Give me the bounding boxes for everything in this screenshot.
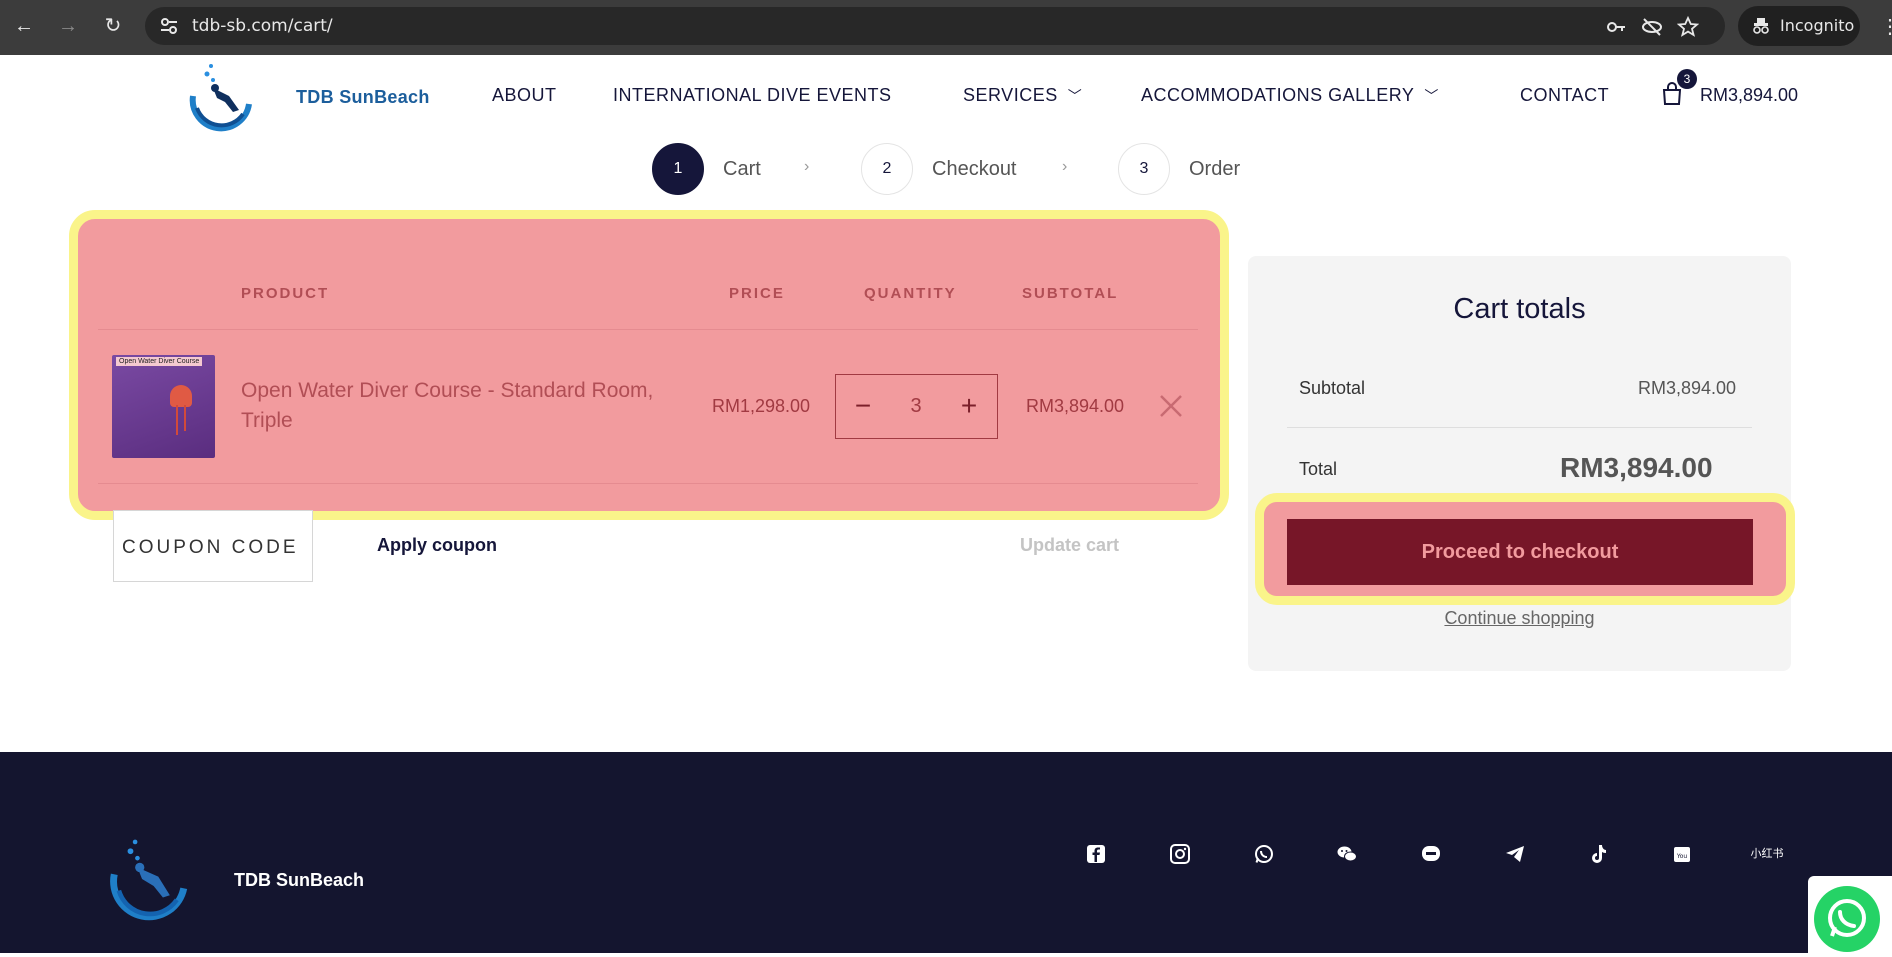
nav-about[interactable]: ABOUT	[492, 85, 557, 106]
password-key-icon[interactable]	[1605, 16, 1627, 38]
site-logo[interactable]	[183, 58, 259, 134]
url-text: tdb-sb.com/cart/	[192, 16, 333, 36]
jellyfish-tentacle	[176, 405, 178, 435]
telegram-icon[interactable]	[1504, 843, 1526, 865]
forward-icon[interactable]: →	[55, 13, 81, 39]
header-subtotal: SUBTOTAL	[1022, 285, 1119, 302]
nav-services-label: SERVICES	[963, 85, 1058, 105]
step-separator-icon: ›	[804, 158, 810, 175]
jellyfish-tentacle	[184, 405, 186, 431]
quantity-input[interactable]: 3	[900, 395, 932, 418]
step-checkout-label: Checkout	[932, 158, 1017, 180]
tiktok-icon[interactable]	[1587, 843, 1609, 865]
product-name-link[interactable]: Open Water Diver Course - Standard Room,…	[241, 376, 661, 436]
whatsapp-icon[interactable]	[1253, 843, 1275, 865]
back-icon[interactable]: ←	[11, 13, 37, 39]
thumbnail-caption: Open Water Diver Course	[116, 357, 203, 366]
bookmark-star-icon[interactable]	[1677, 16, 1699, 38]
header-price: PRICE	[729, 285, 785, 302]
cart-totals-title: Cart totals	[1453, 293, 1586, 325]
svg-text:You: You	[1676, 853, 1688, 860]
jellyfish-shape	[170, 385, 192, 407]
product-subtotal: RM3,894.00	[1026, 396, 1125, 416]
apply-coupon-button[interactable]: Apply coupon	[377, 535, 497, 556]
incognito-label: Incognito	[1780, 16, 1855, 35]
table-divider	[98, 483, 1198, 484]
incognito-icon	[1753, 18, 1769, 34]
subtotal-label: Subtotal	[1299, 378, 1366, 398]
decrease-quantity-button[interactable]: −	[848, 389, 878, 423]
nav-accommodations-gallery[interactable]: ACCOMMODATIONS GALLERY ﹀	[1141, 85, 1439, 106]
incognito-indicator[interactable]: Incognito	[1738, 6, 1860, 46]
step-separator-icon: ›	[1062, 158, 1068, 175]
reload-icon[interactable]: ↻	[100, 13, 126, 39]
nav-gallery-label: ACCOMMODATIONS GALLERY	[1141, 85, 1415, 105]
totals-divider	[1287, 427, 1752, 428]
proceed-to-checkout-button[interactable]: Proceed to checkout	[1287, 519, 1753, 585]
total-value: RM3,894.00	[1560, 452, 1713, 483]
instagram-icon[interactable]	[1169, 843, 1191, 865]
wechat-icon[interactable]	[1336, 843, 1358, 865]
chevron-down-icon: ﹀	[1424, 88, 1439, 104]
line-icon[interactable]	[1420, 843, 1442, 865]
remove-item-icon[interactable]	[1155, 390, 1187, 422]
coupon-code-input[interactable]: COUPON CODE	[113, 510, 313, 582]
table-divider	[98, 329, 1198, 330]
whatsapp-chat-widget[interactable]	[1808, 876, 1892, 953]
increase-quantity-button[interactable]: +	[954, 389, 984, 423]
nav-contact[interactable]: CONTACT	[1520, 85, 1609, 106]
chevron-down-icon: ﹀	[1067, 88, 1083, 104]
nav-events-label: INTERNATIONAL DIVE EVENTS	[613, 85, 892, 105]
step-2-circle: 2	[861, 143, 913, 195]
nav-about-label: ABOUT	[492, 85, 557, 105]
continue-shopping-link[interactable]: Continue shopping	[1248, 608, 1791, 629]
header-cart-total[interactable]: RM3,894.00	[1700, 85, 1798, 106]
update-cart-button[interactable]: Update cart	[1020, 535, 1119, 556]
facebook-icon[interactable]	[1085, 843, 1107, 865]
browser-menu-icon[interactable]: ⋮	[1880, 14, 1892, 39]
quantity-stepper[interactable]: − 3 +	[835, 374, 998, 439]
nav-international-dive-events[interactable]: INTERNATIONAL DIVE EVENTS	[613, 85, 892, 106]
step-order-label: Order	[1189, 158, 1241, 180]
whatsapp-float-icon[interactable]	[1814, 886, 1880, 952]
nav-services[interactable]: SERVICES ﹀	[963, 85, 1082, 106]
subtotal-value: RM3,894.00	[1638, 378, 1737, 398]
total-label: Total	[1299, 459, 1338, 479]
header-quantity: QUANTITY	[864, 285, 957, 302]
step-1-circle: 1	[652, 143, 704, 195]
youtube-icon[interactable]: You	[1671, 843, 1693, 865]
product-thumbnail[interactable]: Open Water Diver Course	[112, 355, 215, 458]
step-cart-label: Cart	[723, 158, 761, 180]
header-product: PRODUCT	[241, 285, 330, 302]
browser-toolbar: ← → ↻ tdb-sb.com/cart/ Incognito ⋮	[0, 0, 1892, 55]
eye-off-icon[interactable]	[1641, 16, 1663, 38]
footer-brand-name: TDB SunBeach	[234, 870, 365, 890]
step-3-circle: 3	[1118, 143, 1170, 195]
product-price: RM1,298.00	[712, 396, 811, 416]
cart-table-highlight	[69, 210, 1229, 520]
nav-contact-label: CONTACT	[1520, 85, 1610, 105]
address-bar[interactable]: tdb-sb.com/cart/	[145, 7, 1725, 45]
cart-count-badge: 3	[1677, 69, 1697, 89]
brand-name[interactable]: TDB SunBeach	[296, 87, 430, 108]
footer-logo[interactable]	[105, 835, 193, 923]
site-info-icon[interactable]	[159, 16, 179, 36]
xiaohongshu-icon[interactable]: 小红书	[1750, 843, 1784, 865]
